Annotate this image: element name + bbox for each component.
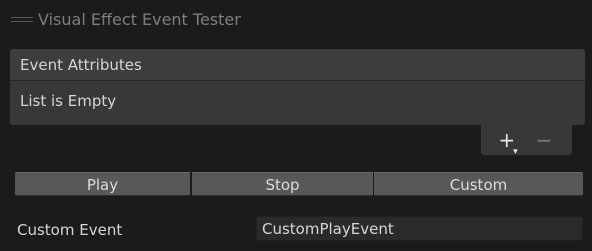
event-attributes-list: Event Attributes List is Empty <box>10 49 585 125</box>
event-tester-panel: Visual Effect Event Tester Event Attribu… <box>0 0 592 251</box>
event-button-row: Play Stop Custom <box>15 172 583 196</box>
dropdown-indicator-icon: ▾ <box>513 147 518 157</box>
list-empty-text: List is Empty <box>20 92 117 110</box>
custom-button[interactable]: Custom <box>374 172 583 196</box>
add-attribute-button[interactable]: +▾ <box>494 126 524 157</box>
list-header[interactable]: Event Attributes <box>10 49 585 81</box>
panel-title: Visual Effect Event Tester <box>38 10 241 29</box>
list-header-label: Event Attributes <box>20 56 142 74</box>
remove-attribute-button[interactable]: − <box>529 126 559 154</box>
drag-handle-icon[interactable] <box>11 17 33 22</box>
custom-event-label: Custom Event <box>17 221 123 239</box>
panel-title-bar[interactable]: Visual Effect Event Tester <box>0 6 592 32</box>
list-footer-controls: +▾ − <box>481 125 572 157</box>
stop-button[interactable]: Stop <box>192 172 373 196</box>
custom-event-input[interactable] <box>257 217 582 240</box>
play-button[interactable]: Play <box>15 172 190 196</box>
custom-event-field[interactable] <box>256 216 583 241</box>
minus-icon: − <box>535 128 553 152</box>
